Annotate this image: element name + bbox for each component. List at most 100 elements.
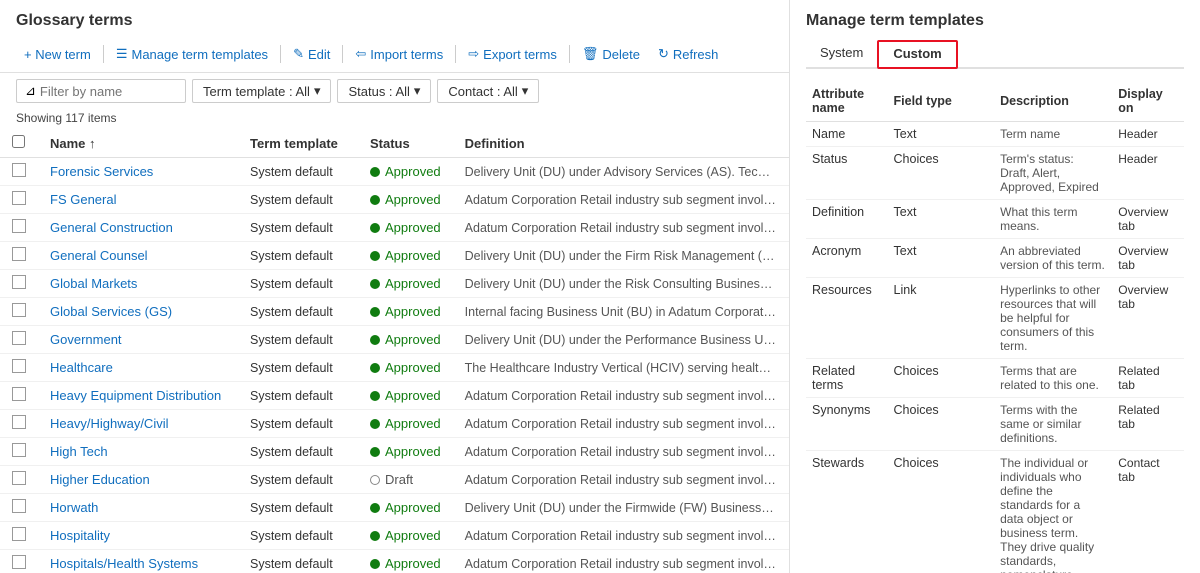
filter-row: ⊿ Term template : All ▾ Status : All ▾ C… [0, 73, 789, 109]
attr-display: Header [1112, 122, 1184, 147]
attr-table-row: Acronym Text An abbreviated version of t… [806, 239, 1184, 278]
row-template-cell: System default [238, 522, 358, 550]
row-checkbox[interactable] [12, 471, 26, 485]
export-terms-button[interactable]: ⇨ Export terms [460, 42, 565, 66]
delete-button[interactable]: 🗑 Delete [574, 42, 648, 66]
row-checkbox[interactable] [12, 191, 26, 205]
right-panel-title: Manage term templates [806, 12, 1184, 30]
filter-by-name-input[interactable] [40, 84, 170, 99]
row-checkbox-cell[interactable] [0, 270, 38, 298]
edit-icon: ✎ [293, 46, 304, 62]
row-name-link[interactable]: Healthcare [50, 360, 113, 375]
row-template-cell: System default [238, 242, 358, 270]
row-name-link[interactable]: General Counsel [50, 248, 148, 263]
row-name-cell: Hospitals/Health Systems [38, 550, 238, 573]
row-checkbox[interactable] [12, 303, 26, 317]
attr-name: Synonyms [806, 398, 888, 451]
manage-term-templates-button[interactable]: ☰ Manage term templates [108, 42, 276, 66]
attr-description: Term name [994, 122, 1112, 147]
contact-filter[interactable]: Contact : All ▾ [437, 79, 539, 103]
status-label: Approved [385, 164, 441, 179]
row-checkbox[interactable] [12, 275, 26, 289]
row-name-link[interactable]: Heavy/Highway/Civil [50, 416, 168, 431]
table-row: General Counsel System default Approved … [0, 242, 789, 270]
import-terms-button[interactable]: ⇦ Import terms [347, 42, 451, 66]
tab-system[interactable]: System [806, 40, 877, 67]
row-checkbox[interactable] [12, 555, 26, 569]
table-row: Hospitals/Health Systems System default … [0, 550, 789, 573]
col-checkbox[interactable] [0, 129, 38, 158]
row-template-cell: System default [238, 438, 358, 466]
row-definition-cell: Delivery Unit (DU) under the Firm Risk M… [453, 242, 789, 270]
row-name-link[interactable]: Global Markets [50, 276, 137, 291]
attr-col-type: Field type [888, 83, 995, 122]
row-name-link[interactable]: Government [50, 332, 122, 347]
row-checkbox[interactable] [12, 219, 26, 233]
row-checkbox-cell[interactable] [0, 298, 38, 326]
row-name-link[interactable]: Heavy Equipment Distribution [50, 388, 221, 403]
row-definition-cell: Delivery Unit (DU) under Advisory Servic… [453, 158, 789, 186]
row-checkbox[interactable] [12, 499, 26, 513]
row-checkbox-cell[interactable] [0, 438, 38, 466]
row-name-link[interactable]: Hospitals/Health Systems [50, 556, 198, 571]
row-checkbox-cell[interactable] [0, 382, 38, 410]
row-checkbox-cell[interactable] [0, 214, 38, 242]
row-name-link[interactable]: Horwath [50, 500, 98, 515]
attr-table-row: Synonyms Choices Terms with the same or … [806, 398, 1184, 451]
attr-display: Related tab [1112, 359, 1184, 398]
filter-input-wrap[interactable]: ⊿ [16, 79, 186, 103]
row-checkbox[interactable] [12, 415, 26, 429]
col-definition: Definition [453, 129, 789, 158]
row-name-link[interactable]: Global Services (GS) [50, 304, 172, 319]
row-template-cell: System default [238, 158, 358, 186]
term-template-filter[interactable]: Term template : All ▾ [192, 79, 331, 103]
row-checkbox[interactable] [12, 443, 26, 457]
delete-icon: 🗑 [582, 46, 599, 62]
new-term-button[interactable]: + New term [16, 43, 99, 66]
row-name-link[interactable]: Hospitality [50, 528, 110, 543]
edit-button[interactable]: ✎ Edit [285, 42, 338, 66]
status-label: Draft [385, 472, 413, 487]
attr-type: Choices [888, 147, 995, 200]
row-checkbox-cell[interactable] [0, 522, 38, 550]
col-status: Status [358, 129, 453, 158]
row-checkbox[interactable] [12, 387, 26, 401]
row-name-link[interactable]: High Tech [50, 444, 108, 459]
row-status-cell: Approved [358, 522, 453, 550]
col-name[interactable]: Name ↑ [38, 129, 238, 158]
row-name-link[interactable]: Forensic Services [50, 164, 153, 179]
row-checkbox-cell[interactable] [0, 466, 38, 494]
row-checkbox-cell[interactable] [0, 158, 38, 186]
status-dot-approved [370, 391, 380, 401]
row-checkbox-cell[interactable] [0, 242, 38, 270]
attr-name: Name [806, 122, 888, 147]
refresh-button[interactable]: ↻ Refresh [650, 42, 726, 66]
glossary-table: Name ↑ Term template Status Definition F… [0, 129, 789, 573]
row-definition-cell: Adatum Corporation Retail industry sub s… [453, 466, 789, 494]
row-definition-cell: Delivery Unit (DU) under the Risk Consul… [453, 270, 789, 298]
row-checkbox[interactable] [12, 359, 26, 373]
row-checkbox-cell[interactable] [0, 550, 38, 573]
row-checkbox-cell[interactable] [0, 354, 38, 382]
row-name-link[interactable]: FS General [50, 192, 116, 207]
row-definition-cell: Adatum Corporation Retail industry sub s… [453, 550, 789, 573]
row-checkbox-cell[interactable] [0, 494, 38, 522]
row-checkbox[interactable] [12, 527, 26, 541]
row-checkbox[interactable] [12, 247, 26, 261]
row-name-link[interactable]: General Construction [50, 220, 173, 235]
row-name-link[interactable]: Higher Education [50, 472, 150, 487]
row-checkbox-cell[interactable] [0, 326, 38, 354]
row-status-cell: Approved [358, 298, 453, 326]
attr-type: Choices [888, 451, 995, 573]
row-checkbox[interactable] [12, 331, 26, 345]
row-status-cell: Approved [358, 494, 453, 522]
select-all-checkbox[interactable] [12, 135, 25, 148]
showing-count: Showing 117 items [0, 109, 789, 129]
row-checkbox-cell[interactable] [0, 186, 38, 214]
tab-custom[interactable]: Custom [877, 40, 957, 69]
attr-display: Overview tab [1112, 278, 1184, 359]
row-checkbox[interactable] [12, 163, 26, 177]
attr-display: Overview tab [1112, 239, 1184, 278]
row-checkbox-cell[interactable] [0, 410, 38, 438]
status-filter[interactable]: Status : All ▾ [337, 79, 431, 103]
